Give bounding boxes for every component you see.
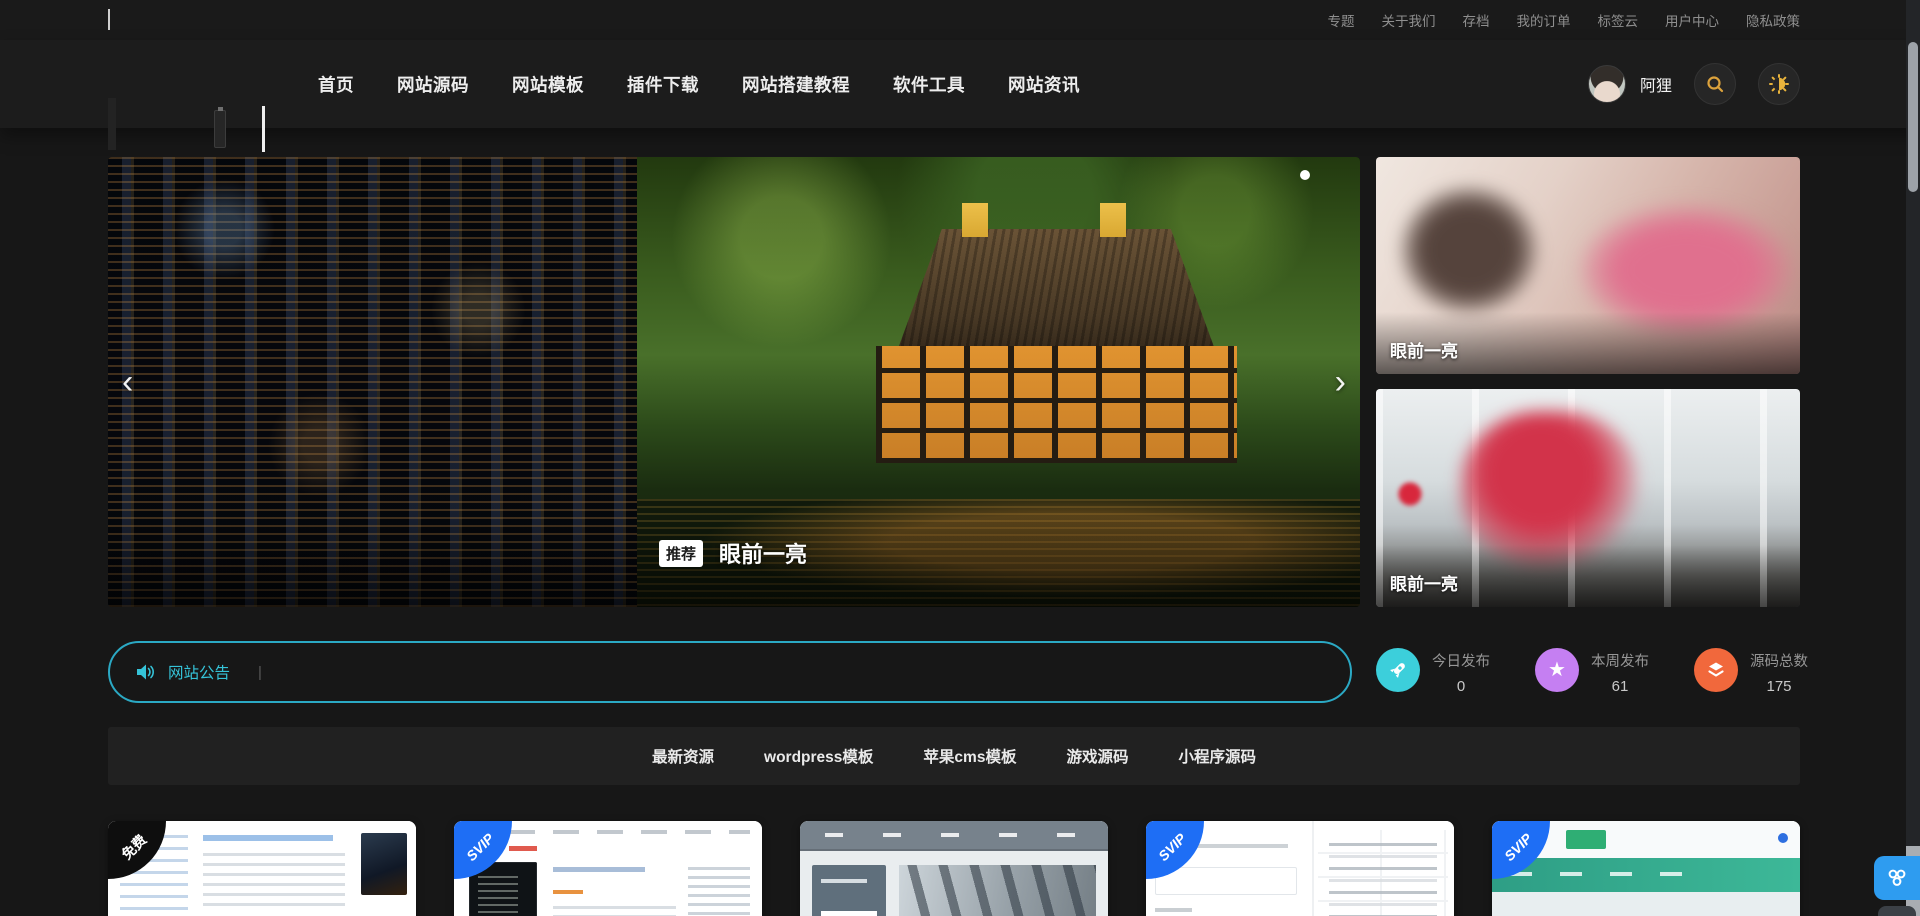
topbar-link-usercenter[interactable]: 用户中心 (1665, 10, 1719, 30)
topbar-link-privacy[interactable]: 隐私政策 (1746, 10, 1800, 30)
scrollbar-thumb[interactable] (1908, 42, 1918, 192)
resource-card-2[interactable]: SVIP (454, 821, 762, 916)
cluster-icon (1885, 867, 1909, 889)
topbar-link-topics[interactable]: 专题 (1328, 10, 1355, 30)
carousel-pagination-dot[interactable] (1300, 170, 1310, 180)
username[interactable]: 阿狸 (1640, 72, 1672, 96)
tab-latest[interactable]: 最新资源 (652, 745, 714, 767)
cottage-house-art (876, 229, 1238, 463)
header: 首页 网站源码 网站模板 插件下载 网站搭建教程 软件工具 网站资讯 阿狸 (0, 40, 1920, 128)
carousel-next-arrow[interactable]: › (1335, 365, 1346, 399)
side-card-2[interactable]: 眼前一亮 (1376, 389, 1800, 607)
stat-total: 源码总数 175 (1694, 648, 1808, 695)
page: 专题 关于我们 存档 我的订单 标签云 用户中心 隐私政策 首页 网站源码 网站… (0, 0, 1920, 916)
resource-card-4[interactable]: SVIP (1146, 821, 1454, 916)
recommend-badge: 推荐 (659, 540, 703, 567)
side-card-1-title: 眼前一亮 (1390, 337, 1458, 362)
speaker-icon (136, 663, 156, 681)
notice-label: 网站公告 (168, 661, 230, 683)
logo-placeholder (108, 98, 116, 150)
main-nav: 首页 网站源码 网站模板 插件下载 网站搭建教程 软件工具 网站资讯 (318, 40, 1080, 128)
side-card-2-title: 眼前一亮 (1390, 570, 1458, 595)
resource-card-5[interactable]: 0 / 元 0 / 笔 0 / 笔 SVIP (1492, 821, 1800, 916)
broken-image-icon[interactable] (214, 110, 226, 148)
nav-item-templates[interactable]: 网站模板 (512, 72, 584, 97)
search-button[interactable] (1694, 63, 1736, 105)
topbar-link-archive[interactable]: 存档 (1463, 10, 1490, 30)
stat-week: ★ 本周发布 61 (1535, 648, 1649, 695)
theme-toggle-button[interactable] (1758, 63, 1800, 105)
sun-moon-icon (1768, 73, 1790, 95)
stat-week-value: 61 (1612, 678, 1629, 695)
tab-maccms[interactable]: 苹果cms模板 (923, 745, 1016, 767)
user-box: 阿狸 (1588, 40, 1800, 128)
extension-widget-button[interactable] (1874, 856, 1920, 900)
nav-item-news[interactable]: 网站资讯 (1008, 72, 1080, 97)
stat-total-value: 175 (1766, 678, 1791, 695)
resource-card-1[interactable]: 免费 (108, 821, 416, 916)
hero-carousel: 推荐 眼前一亮 ‹ › (108, 157, 1360, 607)
notice-bar[interactable]: 网站公告 | (108, 641, 1352, 703)
stat-today-value: 0 (1457, 678, 1465, 695)
search-icon (1705, 74, 1725, 94)
tab-miniprogram[interactable]: 小程序源码 (1178, 745, 1256, 767)
resource-card-3-thumbnail (800, 821, 1108, 916)
topbar-link-orders[interactable]: 我的订单 (1517, 10, 1571, 30)
stat-today: 今日发布 0 (1376, 648, 1490, 695)
nav-item-source[interactable]: 网站源码 (397, 72, 469, 97)
topbar: 专题 关于我们 存档 我的订单 标签云 用户中心 隐私政策 (0, 0, 1920, 40)
topbar-link-tags[interactable]: 标签云 (1598, 10, 1639, 30)
carousel-title[interactable]: 眼前一亮 (719, 537, 807, 569)
star-icon: ★ (1535, 648, 1579, 692)
nav-item-tools[interactable]: 软件工具 (893, 72, 965, 97)
media-widget-button[interactable] (1878, 906, 1916, 916)
tab-wordpress[interactable]: wordpress模板 (764, 745, 873, 767)
nav-item-home[interactable]: 首页 (318, 72, 354, 97)
side-card-1[interactable]: 眼前一亮 (1376, 157, 1800, 374)
logo-divider (262, 106, 265, 152)
topbar-link-about[interactable]: 关于我们 (1382, 10, 1436, 30)
publish-today-icon (1376, 648, 1420, 692)
carousel-prev-arrow[interactable]: ‹ (122, 365, 133, 399)
category-tabbar: 最新资源 wordpress模板 苹果cms模板 游戏源码 小程序源码 (108, 727, 1800, 785)
tab-game[interactable]: 游戏源码 (1066, 745, 1128, 767)
avatar[interactable] (1588, 65, 1626, 103)
topbar-links: 专题 关于我们 存档 我的订单 标签云 用户中心 隐私政策 (1328, 0, 1801, 40)
layers-icon (1694, 648, 1738, 692)
nav-item-plugins[interactable]: 插件下载 (627, 72, 699, 97)
nav-item-tutorials[interactable]: 网站搭建教程 (742, 72, 850, 97)
resource-card-3[interactable] (800, 821, 1108, 916)
stat-total-label: 源码总数 (1750, 650, 1808, 671)
stats-panel: 今日发布 0 ★ 本周发布 61 源码总数 175 (1376, 648, 1808, 695)
notice-divider: | (258, 664, 262, 681)
topbar-cursor-mark (108, 9, 110, 30)
stat-week-label: 本周发布 (1591, 650, 1649, 671)
stat-today-label: 今日发布 (1432, 650, 1490, 671)
carousel-label: 推荐 眼前一亮 (659, 537, 807, 569)
